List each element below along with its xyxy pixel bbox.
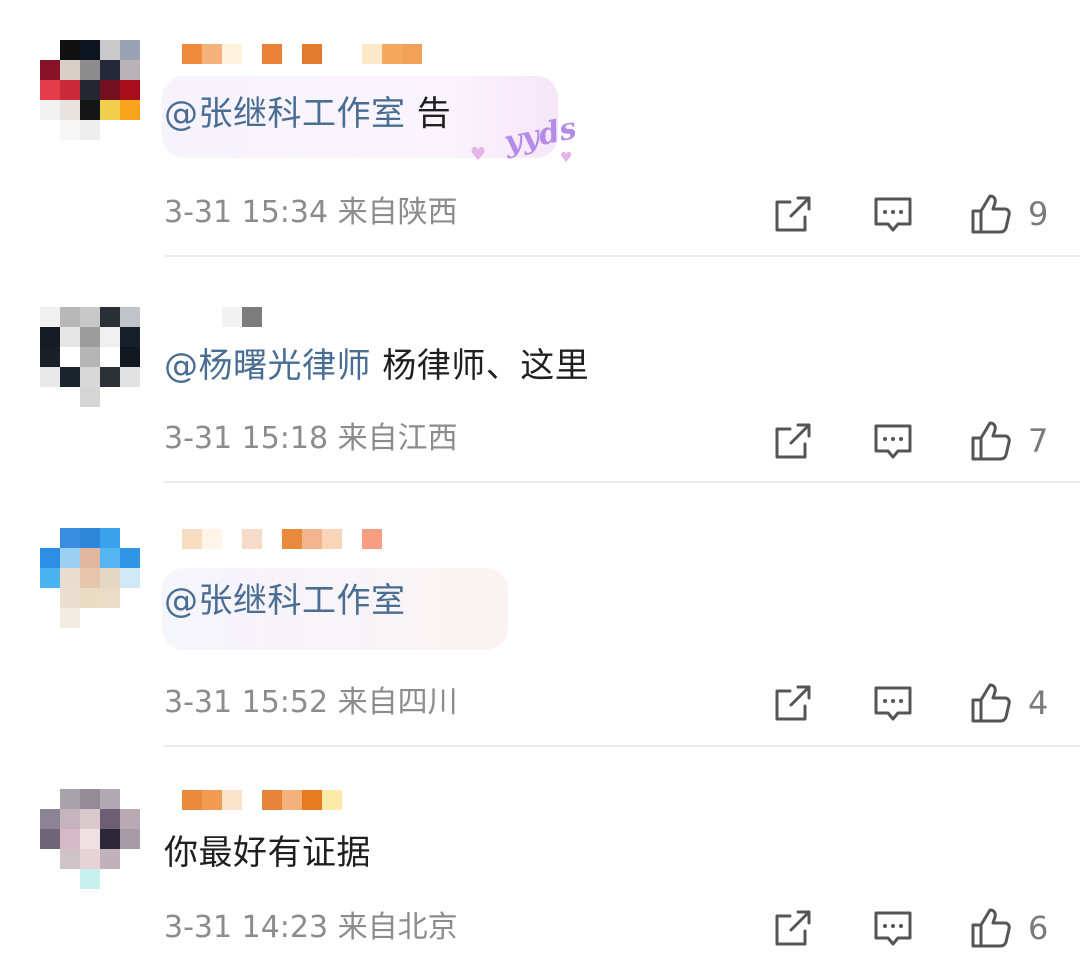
share-button[interactable] bbox=[771, 192, 815, 236]
comment-item: @杨曙光律师 杨律师、这里 3-31 15:18 来自江西 7 bbox=[0, 257, 1080, 483]
reply-button[interactable] bbox=[871, 419, 915, 463]
location: 来自陕西 bbox=[337, 195, 458, 230]
comment-meta: 3-31 15:52 来自四川 bbox=[164, 683, 458, 723]
comment-icon bbox=[874, 911, 912, 946]
avatar[interactable] bbox=[40, 528, 140, 628]
avatar[interactable] bbox=[40, 307, 140, 407]
avatar[interactable] bbox=[40, 789, 140, 889]
like-count: 6 bbox=[1028, 909, 1049, 947]
comment-meta: 3-31 15:18 来自江西 bbox=[164, 419, 458, 459]
location: 来自四川 bbox=[337, 685, 458, 720]
share-button[interactable] bbox=[771, 681, 815, 725]
avatar[interactable] bbox=[40, 40, 140, 140]
timestamp: 3-31 15:18 bbox=[164, 421, 329, 456]
reply-button[interactable] bbox=[871, 192, 915, 236]
thumbs-up-icon bbox=[971, 683, 1011, 723]
share-icon bbox=[775, 196, 811, 232]
share-icon bbox=[775, 685, 811, 721]
like-count: 4 bbox=[1028, 684, 1049, 722]
username[interactable] bbox=[182, 790, 342, 810]
like-button[interactable] bbox=[969, 906, 1013, 950]
comment-meta: 3-31 15:34 来自陕西 bbox=[164, 193, 458, 233]
username[interactable] bbox=[222, 307, 262, 327]
mention-link[interactable]: @杨曙光律师 bbox=[164, 346, 371, 386]
timestamp: 3-31 15:34 bbox=[164, 195, 329, 230]
username[interactable] bbox=[182, 529, 382, 549]
comment-icon bbox=[874, 686, 912, 721]
comment-text: 你最好有证据 bbox=[164, 833, 371, 873]
location: 来自北京 bbox=[337, 910, 458, 945]
timestamp: 3-31 14:23 bbox=[164, 910, 329, 945]
share-button[interactable] bbox=[771, 906, 815, 950]
comment-text: @杨曙光律师 杨律师、这里 bbox=[164, 346, 590, 386]
comment-item: 你最好有证据 3-31 14:23 来自北京 6 bbox=[0, 747, 1080, 953]
mention-link[interactable]: @张继科工作室 bbox=[164, 581, 406, 621]
thumbs-up-icon bbox=[971, 908, 1011, 948]
mention-link[interactable]: @张继科工作室 bbox=[164, 94, 406, 134]
comment-text: @张继科工作室 bbox=[164, 579, 406, 623]
like-count: 7 bbox=[1028, 422, 1049, 460]
timestamp: 3-31 15:52 bbox=[164, 685, 329, 720]
reply-button[interactable] bbox=[871, 906, 915, 950]
thumbs-up-icon bbox=[971, 194, 1011, 234]
username[interactable] bbox=[182, 44, 422, 64]
like-button[interactable] bbox=[969, 192, 1013, 236]
thumbs-up-icon bbox=[971, 421, 1011, 461]
comment-item: yyds ♥ ♥ @张继科工作室 告 3-31 15:34 来自陕西 9 bbox=[0, 0, 1080, 256]
share-icon bbox=[775, 423, 811, 459]
comment-icon bbox=[874, 197, 912, 232]
heart-icon: ♥ bbox=[470, 144, 487, 165]
comment-text: @张继科工作室 告 bbox=[164, 94, 452, 134]
reply-button[interactable] bbox=[871, 681, 915, 725]
share-icon bbox=[775, 910, 811, 946]
like-count: 9 bbox=[1028, 195, 1049, 233]
comment-icon bbox=[874, 424, 912, 459]
heart-icon: ♥ bbox=[560, 150, 573, 166]
like-button[interactable] bbox=[969, 419, 1013, 463]
share-button[interactable] bbox=[771, 419, 815, 463]
comment-item: @张继科工作室 3-31 15:52 来自四川 4 bbox=[0, 483, 1080, 746]
location: 来自江西 bbox=[337, 421, 458, 456]
like-button[interactable] bbox=[969, 681, 1013, 725]
comment-meta: 3-31 14:23 来自北京 bbox=[164, 908, 458, 948]
